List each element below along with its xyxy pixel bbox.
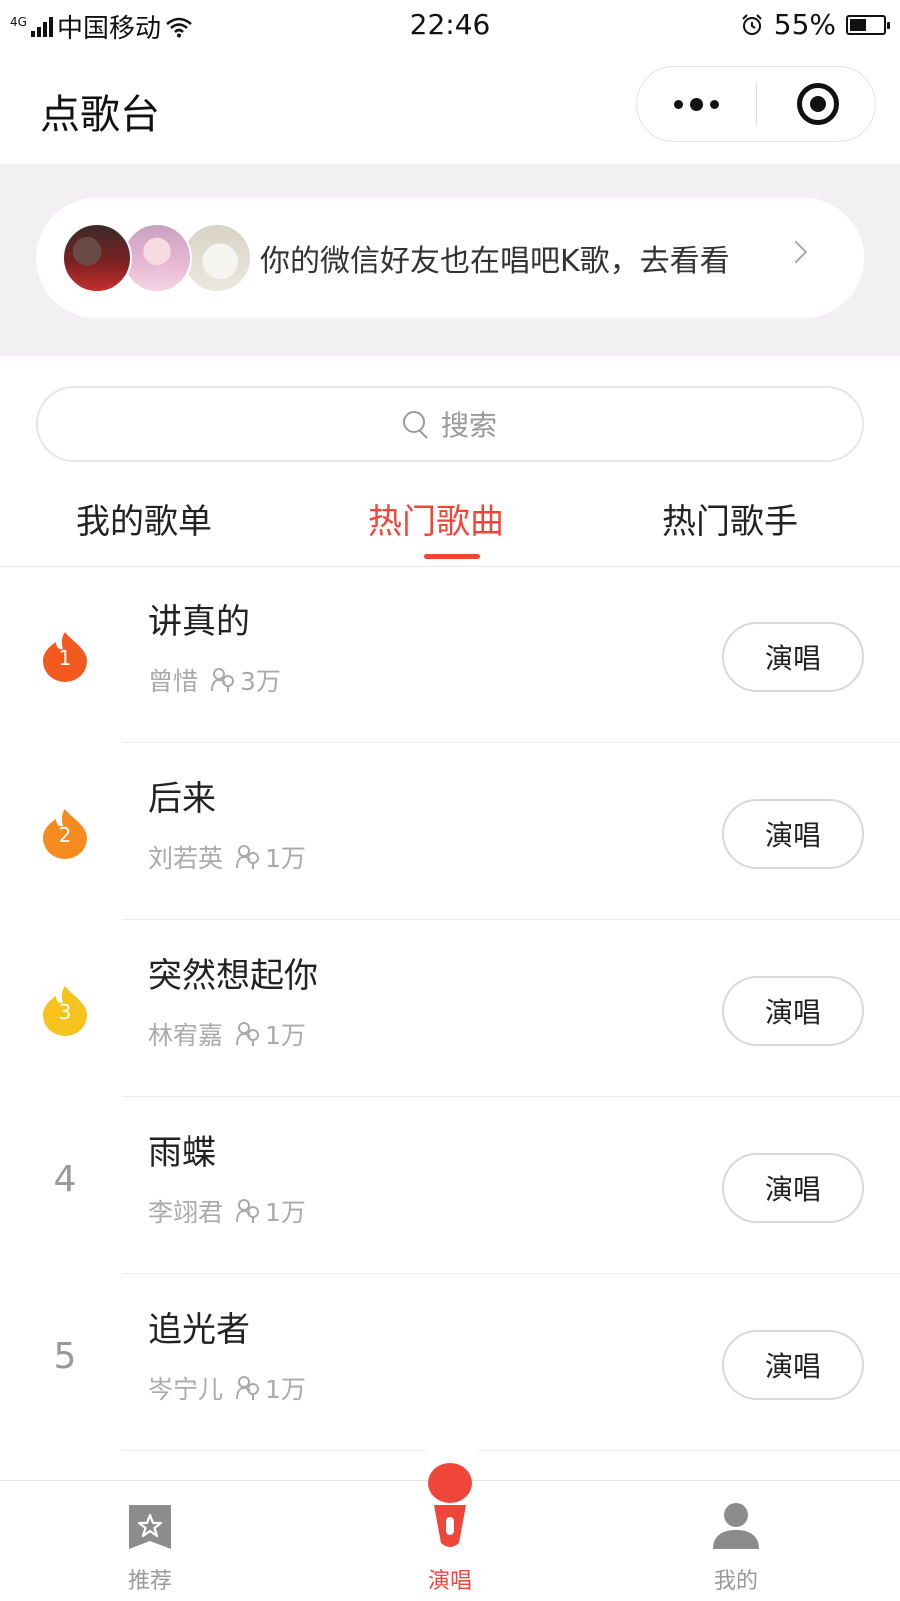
friends-banner-text: 你的微信好友也在唱吧K歌，去看看 — [260, 244, 730, 279]
artist-name: 岑宁儿 — [148, 1375, 224, 1404]
song-row[interactable]: 4 雨蝶 李翊君 1万 演唱 — [0, 1097, 900, 1274]
bottom-tab-sing[interactable]: 演唱 — [390, 1463, 510, 1601]
more-menu-button[interactable] — [637, 67, 756, 141]
rank-number: 1 — [58, 646, 72, 670]
song-meta: 林宥嘉 1万 — [148, 1016, 306, 1052]
singer-count: 3万 — [240, 667, 281, 696]
battery-icon — [846, 14, 890, 35]
alarm-icon — [742, 13, 762, 35]
song-title: 追光者 — [148, 1310, 250, 1350]
bottom-tab-mine[interactable]: 我的 — [676, 1481, 796, 1601]
friends-banner-area: 你的微信好友也在唱吧K歌，去看看 — [0, 164, 900, 356]
song-meta: 岑宁儿 1万 — [148, 1370, 306, 1406]
row-divider — [122, 1450, 900, 1451]
artist-name: 林宥嘉 — [148, 1021, 224, 1050]
rank-number: 4 — [53, 1159, 77, 1200]
sing-button[interactable]: 演唱 — [722, 1153, 864, 1223]
page-title: 点歌台 — [40, 92, 160, 138]
sing-button[interactable]: 演唱 — [722, 622, 864, 692]
song-meta: 李翊君 1万 — [148, 1193, 306, 1229]
song-title: 讲真的 — [148, 602, 250, 642]
song-row[interactable]: 1 讲真的 曾惜 3万 演唱 — [0, 566, 900, 743]
bottom-tab-label: 推荐 — [127, 1569, 172, 1594]
singer-count: 1万 — [265, 1198, 306, 1227]
artist-name: 刘若英 — [148, 844, 224, 873]
artist-name: 李翊君 — [148, 1198, 224, 1227]
microphone-icon — [428, 1463, 472, 1547]
singer-count-icon — [211, 668, 235, 692]
bottom-tab-recommend[interactable]: 推荐 — [90, 1481, 210, 1601]
rank-number: 5 — [53, 1336, 77, 1377]
tab-hot-singers[interactable]: 热门歌手 — [662, 494, 798, 543]
rank-flame-badge: 2 — [40, 807, 90, 859]
song-title: 突然想起你 — [148, 956, 318, 996]
search-input[interactable]: 搜索 — [36, 386, 864, 462]
rank-number: 2 — [58, 823, 72, 847]
singer-count-icon — [236, 1376, 260, 1400]
sing-button[interactable]: 演唱 — [722, 1330, 864, 1400]
song-title: 后来 — [148, 779, 216, 819]
singer-count-icon — [236, 845, 260, 869]
song-meta: 曾惜 3万 — [148, 662, 281, 698]
star-bookmark-icon — [129, 1505, 171, 1549]
sing-button[interactable]: 演唱 — [722, 799, 864, 869]
singer-count-icon — [236, 1199, 260, 1223]
category-tabs: 我的歌单 热门歌曲 热门歌手 — [0, 484, 900, 567]
singer-count-icon — [236, 1022, 260, 1046]
friend-avatar — [62, 223, 132, 293]
search-placeholder: 搜索 — [440, 409, 497, 442]
battery-percent: 55% — [773, 8, 836, 41]
person-icon — [713, 1503, 759, 1549]
friend-avatar — [182, 223, 252, 293]
nav-bar: 点歌台 — [0, 48, 900, 164]
song-row[interactable]: 3 突然想起你 林宥嘉 1万 演唱 — [0, 920, 900, 1097]
singer-count: 1万 — [265, 1375, 306, 1404]
tab-my-playlist[interactable]: 我的歌单 — [76, 494, 212, 543]
singer-count: 1万 — [265, 844, 306, 873]
rank-number: 3 — [58, 1000, 72, 1024]
rank-flame-badge: 1 — [40, 630, 90, 682]
close-miniprogram-button[interactable] — [797, 83, 839, 125]
rank-flame-badge: 3 — [40, 984, 90, 1036]
song-row[interactable]: 5 追光者 岑宁儿 1万 演唱 — [0, 1274, 900, 1451]
song-meta: 刘若英 1万 — [148, 839, 306, 875]
song-title: 雨蝶 — [148, 1133, 216, 1173]
friends-banner[interactable]: 你的微信好友也在唱吧K歌，去看看 — [36, 198, 864, 318]
status-bar: 4G 中国移动 22:46 55% — [0, 0, 900, 48]
active-tab-indicator — [424, 554, 480, 559]
artist-name: 曾惜 — [148, 667, 199, 696]
bottom-tab-label: 我的 — [713, 1569, 758, 1594]
friend-avatar — [122, 223, 192, 293]
tab-hot-songs[interactable]: 热门歌曲 — [368, 494, 504, 543]
capsule-divider — [756, 83, 757, 125]
song-row[interactable]: 2 后来 刘若英 1万 演唱 — [0, 743, 900, 920]
bottom-tab-label: 演唱 — [427, 1569, 472, 1594]
status-right: 55% — [740, 8, 890, 41]
more-dots-icon — [674, 99, 683, 109]
sing-button[interactable]: 演唱 — [722, 976, 864, 1046]
bottom-tab-bar: 推荐 演唱 我的 — [0, 1463, 900, 1601]
singer-count: 1万 — [265, 1021, 306, 1050]
chevron-right-icon — [784, 240, 808, 264]
song-list: 1 讲真的 曾惜 3万 演唱 2 后来 刘若英 1万 演唱 3 突然想起你 林宥… — [0, 566, 900, 1451]
search-icon — [402, 411, 429, 437]
miniprogram-capsule — [636, 66, 876, 142]
